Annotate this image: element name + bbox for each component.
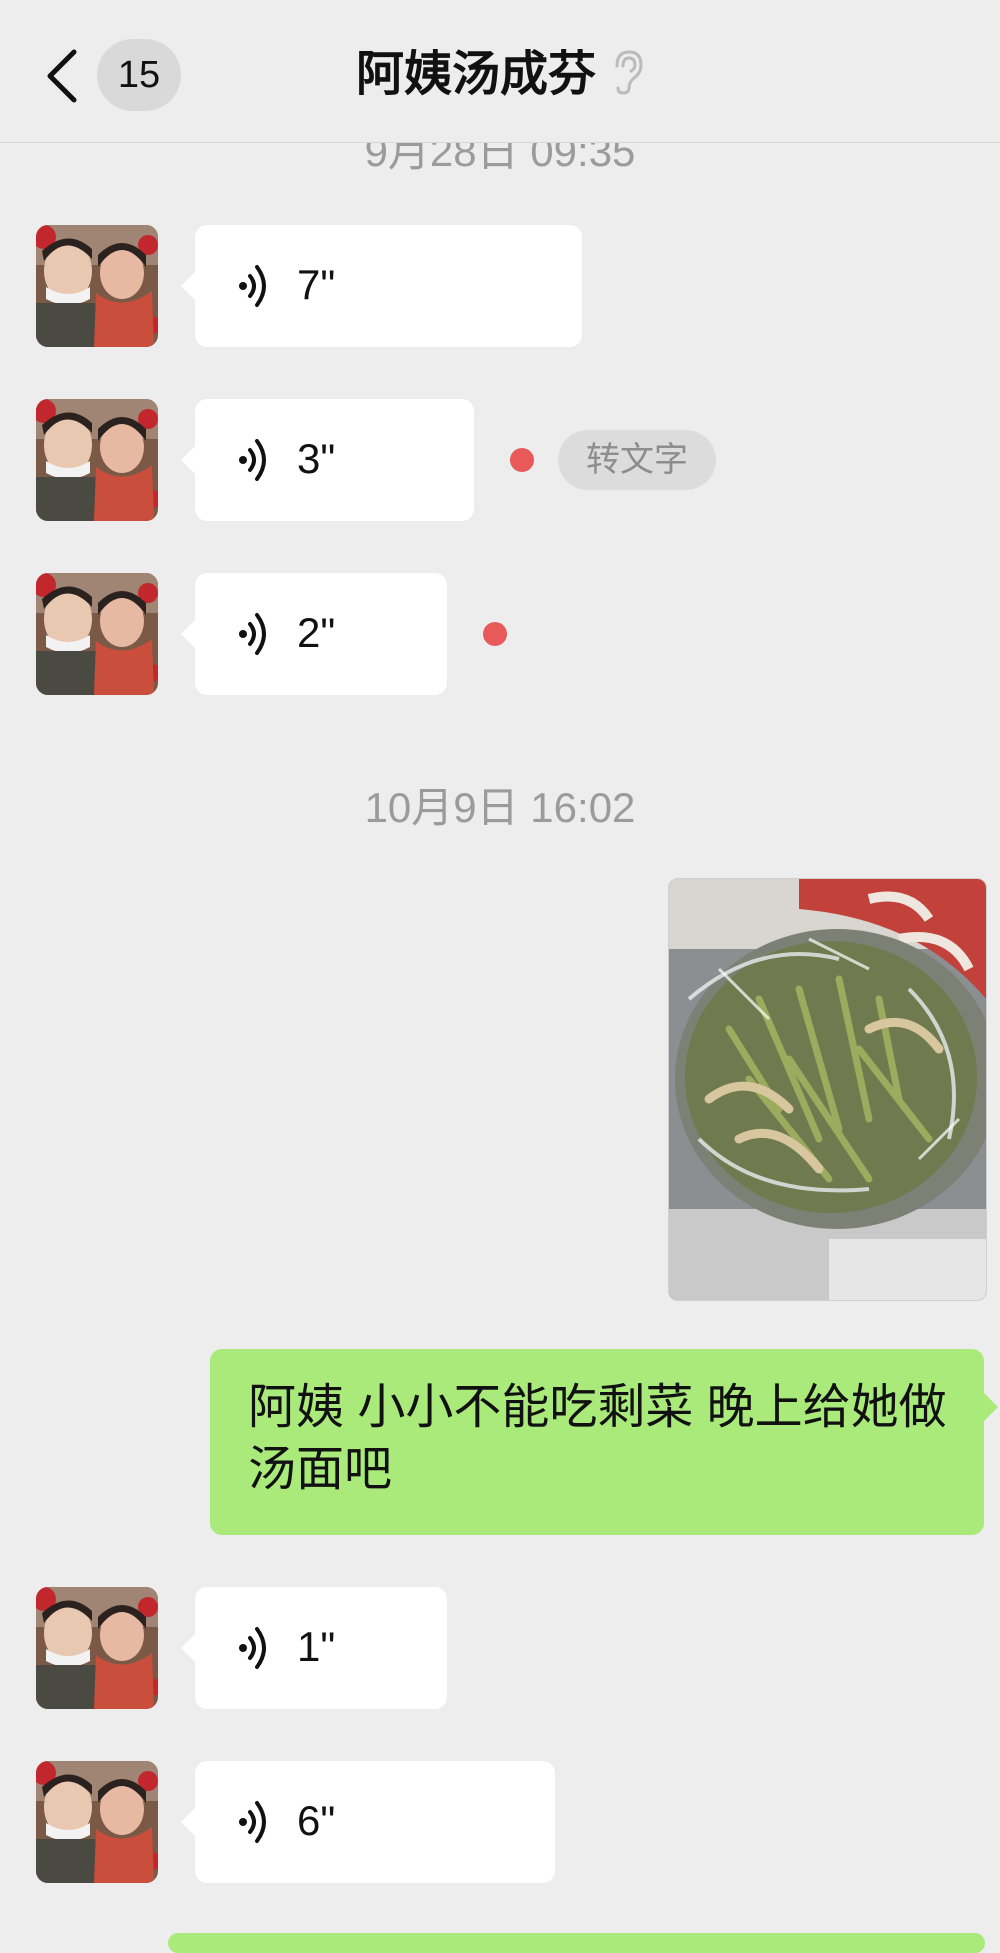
- voice-message-bubble[interactable]: 7": [181, 225, 582, 347]
- message-text: 阿姨 小小不能吃剩菜 晚上给她做汤面吧: [248, 1381, 947, 1496]
- voice-wave-icon: [239, 265, 266, 307]
- voice-wave-icon: [239, 1627, 266, 1669]
- voice-duration: 6": [297, 1797, 336, 1844]
- voice-duration: 2": [297, 609, 336, 656]
- unread-dot: [483, 622, 507, 646]
- transcribe-button[interactable]: 转文字: [558, 430, 716, 490]
- contact-avatar[interactable]: [36, 573, 158, 695]
- voice-message-bubble[interactable]: 2": [181, 573, 447, 695]
- contact-avatar[interactable]: [36, 399, 158, 521]
- voice-message-bubble[interactable]: 1": [181, 1587, 447, 1709]
- contact-avatar[interactable]: [36, 1587, 158, 1709]
- chat-header: 15 阿姨汤成芬: [0, 0, 1000, 143]
- voice-wave-icon: [239, 613, 266, 655]
- chat-title: 阿姨汤成芬: [0, 46, 1000, 104]
- sent-text-bubble[interactable]: 阿姨 小小不能吃剩菜 晚上给她做汤面吧: [210, 1349, 998, 1535]
- sent-text-bubble-partial[interactable]: [168, 1933, 985, 1953]
- voice-wave-icon: [239, 1801, 266, 1843]
- voice-message-bubble[interactable]: 3": [181, 399, 474, 521]
- ear-icon: [615, 50, 643, 95]
- contact-avatar[interactable]: [36, 1761, 158, 1883]
- voice-duration: 1": [297, 1623, 336, 1670]
- sent-image-message[interactable]: [668, 878, 987, 1301]
- voice-duration: 7": [297, 261, 336, 308]
- voice-wave-icon: [239, 439, 266, 481]
- chat-title-text: 阿姨汤成芬: [355, 48, 596, 101]
- unread-dot: [510, 448, 534, 472]
- contact-avatar[interactable]: [36, 225, 158, 347]
- timestamp: 10月9日 16:02: [364, 784, 636, 831]
- voice-message-bubble[interactable]: 6": [181, 1761, 555, 1883]
- voice-duration: 3": [297, 435, 336, 482]
